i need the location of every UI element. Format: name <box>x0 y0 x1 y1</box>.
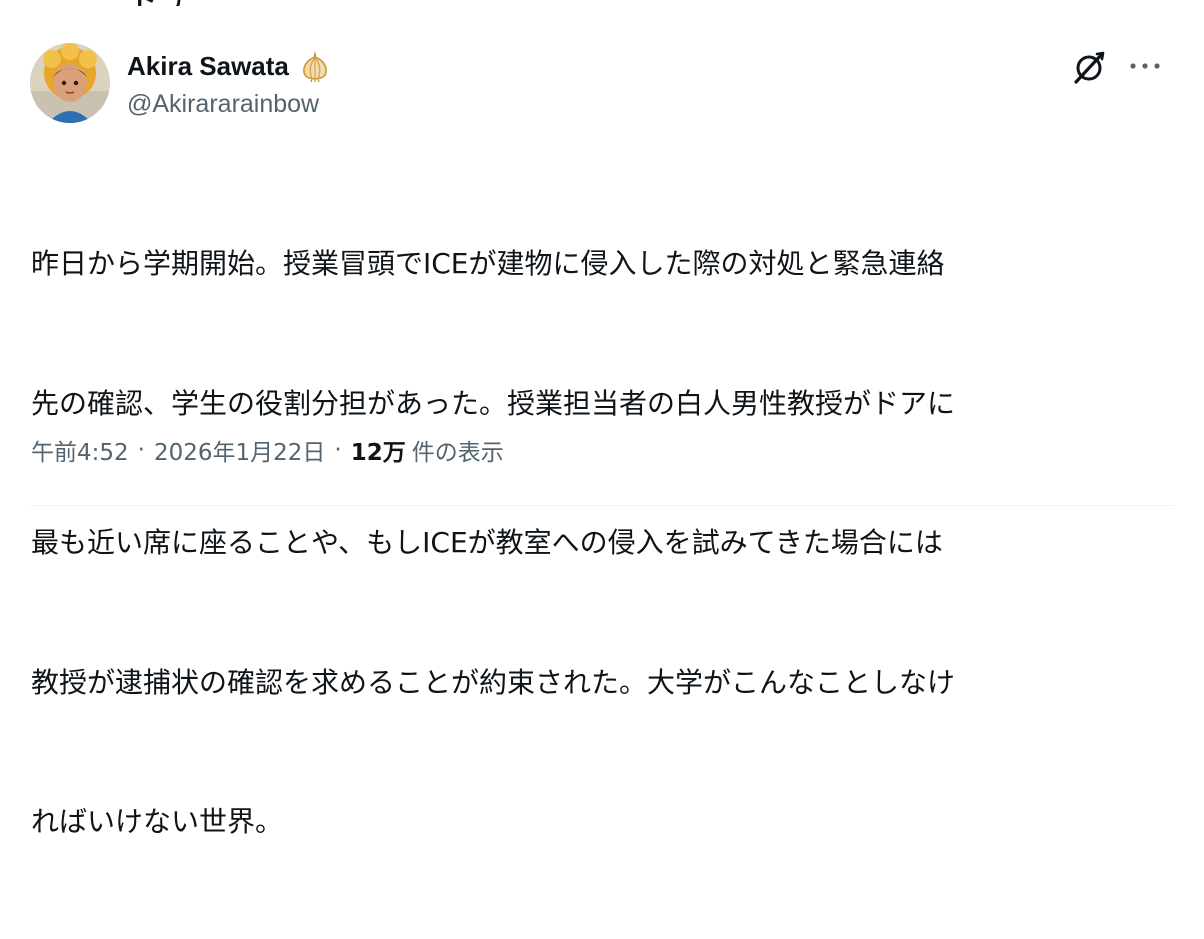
meta-separator: · <box>137 437 145 463</box>
tweet-text-line: 先の確認、学生の役割分担があった。授業担当者の白人男性教授がドアに <box>31 386 956 420</box>
avatar[interactable] <box>30 43 110 123</box>
tweet-text: 昨日から学期開始。授業冒頭でICEが建物に侵入した際の対処と緊急連絡 先の確認、… <box>31 148 1181 939</box>
previous-header-text: ド ﾃ <box>130 0 240 6</box>
tweet-card: ド ﾃ Akira Sawata <box>0 0 1204 838</box>
author-handle[interactable]: @Akirararainbow <box>127 88 319 120</box>
tweet-text-line: 昨日から学期開始。授業冒頭でICEが建物に侵入した際の対処と緊急連絡 <box>31 247 945 280</box>
tweet-text-line: 最も近い席に座ることや、もしICEが教室への侵入を試みてきた場合には <box>31 526 943 559</box>
avatar-image <box>30 43 110 123</box>
tweet-text-line: 教授が逮捕状の確認を求めることが約束された。大学がこんなことしなけ <box>31 665 956 699</box>
previous-header-fragment: ド ﾃ <box>130 0 240 6</box>
views-label: 件の表示 <box>411 440 504 466</box>
meta-separator: · <box>334 437 342 463</box>
author-name-row[interactable]: Akira Sawata <box>127 48 331 84</box>
tweet-time[interactable]: 午前4:52 <box>31 433 129 467</box>
tweet-text-line: ればいけない世界。 <box>31 805 284 838</box>
grok-icon[interactable] <box>1070 48 1108 86</box>
tweet-date[interactable]: 2026年1月22日 <box>154 433 325 467</box>
more-icon[interactable] <box>1125 52 1165 80</box>
tweet-meta: 午前4:52 · 2026年1月22日 · 12万 件の表示 <box>31 430 504 470</box>
divider <box>30 505 1174 506</box>
onion-icon <box>299 49 331 83</box>
author-display-name[interactable]: Akira Sawata <box>127 50 289 82</box>
views-count[interactable]: 12万 <box>351 433 406 467</box>
